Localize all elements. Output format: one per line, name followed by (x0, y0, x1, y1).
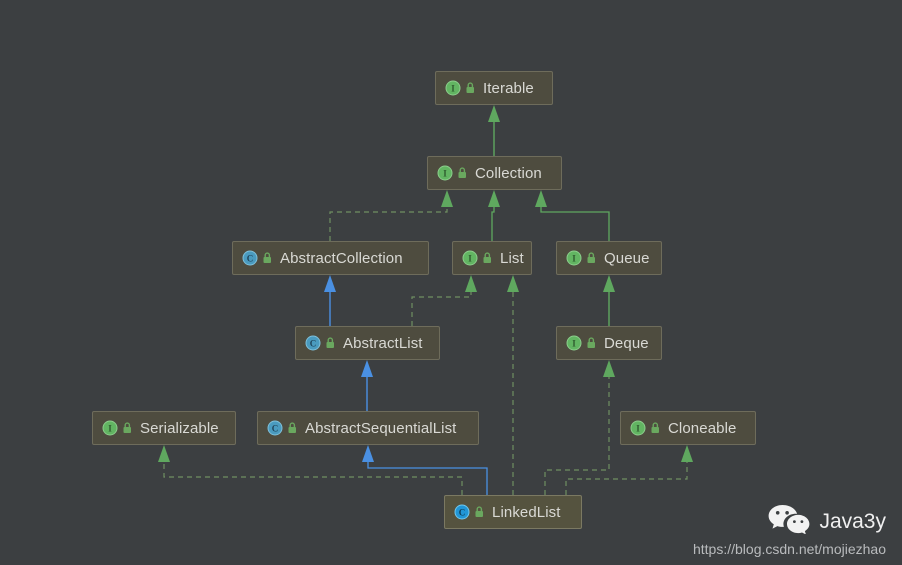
edge-list-extends-collection (488, 190, 500, 241)
node-label: List (500, 249, 524, 267)
node-deque[interactable]: I Deque (556, 326, 662, 360)
class-icon: C (242, 250, 258, 266)
node-cloneable[interactable]: I Cloneable (620, 411, 756, 445)
node-label: Queue (604, 249, 650, 267)
svg-text:I: I (108, 424, 112, 434)
node-linkedlist[interactable]: C LinkedList (444, 495, 582, 529)
watermark-name: Java3y (819, 509, 886, 533)
package-lock-icon (458, 167, 466, 178)
edge-collection-extends-iterable (488, 105, 500, 156)
node-label: Deque (604, 334, 649, 352)
edge-linkedlist-extends-abstractsequentiallist (362, 445, 488, 495)
svg-text:C: C (247, 254, 254, 264)
interface-icon: I (566, 335, 582, 351)
interface-icon: I (630, 420, 646, 436)
edge-abstractsequentiallist-extends-abstractlist (361, 360, 373, 411)
package-lock-icon (288, 422, 296, 433)
package-lock-icon (483, 252, 491, 263)
wechat-icon (767, 504, 811, 539)
package-lock-icon (263, 252, 271, 263)
interface-icon: I (462, 250, 478, 266)
edge-linkedlist-implements-cloneable (565, 445, 693, 495)
node-queue[interactable]: I Queue (556, 241, 662, 275)
edge-abstractcollection-implements-collection (329, 190, 453, 241)
node-serializable[interactable]: I Serializable (92, 411, 236, 445)
interface-icon: I (445, 80, 461, 96)
package-lock-icon (123, 422, 131, 433)
node-iterable[interactable]: I Iterable (435, 71, 553, 105)
edge-linkedlist-implements-deque (544, 360, 615, 495)
package-lock-icon (587, 337, 595, 348)
interface-icon: I (437, 165, 453, 181)
class-icon: C (305, 335, 321, 351)
edge-linkedlist-implements-serializable (158, 445, 463, 495)
svg-text:C: C (459, 508, 466, 518)
node-label: Iterable (483, 79, 534, 97)
package-lock-icon (475, 506, 483, 517)
edge-queue-extends-collection (535, 190, 610, 241)
edge-abstractlist-implements-list (411, 275, 477, 326)
node-abstractlist[interactable]: C AbstractList (295, 326, 440, 360)
svg-text:I: I (468, 254, 472, 264)
package-lock-icon (466, 82, 474, 93)
interface-icon: I (102, 420, 118, 436)
edge-deque-extends-queue (603, 275, 615, 326)
node-label: Collection (475, 164, 542, 182)
watermark-url: https://blog.csdn.net/mojiezhao (692, 541, 886, 557)
svg-text:I: I (443, 169, 447, 179)
node-label: AbstractSequentialList (305, 419, 457, 437)
node-abstractseq[interactable]: C AbstractSequentialList (257, 411, 479, 445)
node-list[interactable]: I List (452, 241, 532, 275)
node-label: Serializable (140, 419, 219, 437)
package-lock-icon (326, 337, 334, 348)
node-label: LinkedList (492, 503, 561, 521)
uml-diagram-canvas: I Iterable I Collection C AbstractCollection I… (0, 0, 902, 565)
edge-linkedlist-implements-list (507, 275, 519, 495)
watermark: Java3y https://blog.csdn.net/mojiezhao (693, 504, 886, 557)
node-label: AbstractCollection (280, 249, 403, 267)
node-collection[interactable]: I Collection (427, 156, 562, 190)
package-lock-icon (651, 422, 659, 433)
svg-text:I: I (572, 254, 576, 264)
svg-text:I: I (636, 424, 640, 434)
svg-text:C: C (272, 424, 279, 434)
edge-abstractlist-extends-abstractcollection (324, 275, 336, 326)
svg-text:I: I (451, 84, 455, 94)
node-label: AbstractList (343, 334, 423, 352)
class-icon: C (267, 420, 283, 436)
node-abstractcoll[interactable]: C AbstractCollection (232, 241, 429, 275)
node-label: Cloneable (668, 419, 737, 437)
svg-text:I: I (572, 339, 576, 349)
svg-text:C: C (310, 339, 317, 349)
class-icon: C (454, 504, 470, 520)
package-lock-icon (587, 252, 595, 263)
interface-icon: I (566, 250, 582, 266)
